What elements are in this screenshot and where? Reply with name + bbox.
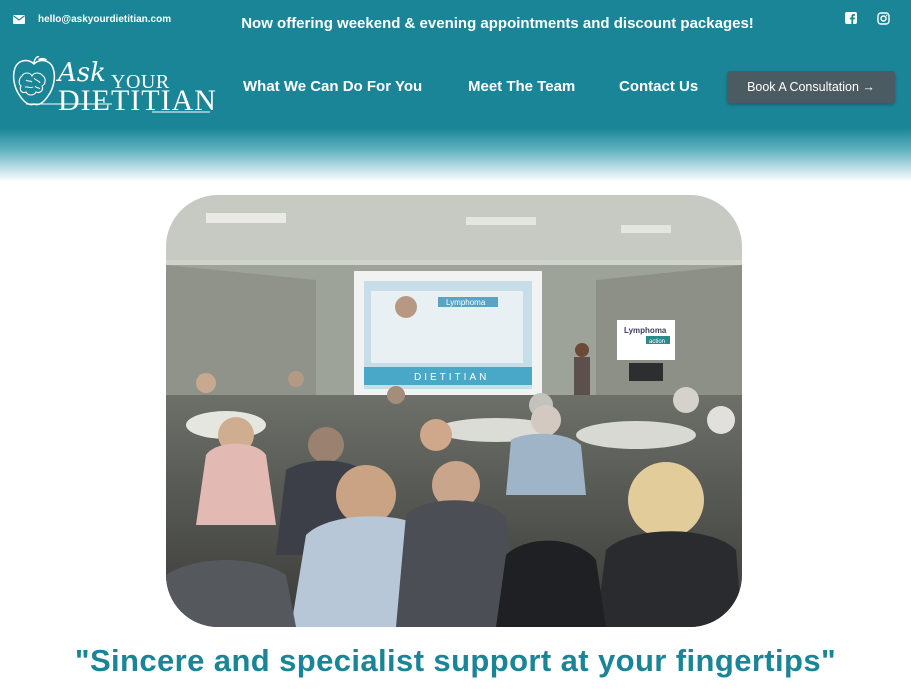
- banner-sub: action: [649, 339, 665, 345]
- header-fade: [0, 128, 911, 182]
- book-consultation-button[interactable]: Book A Consultation →: [727, 71, 895, 103]
- nav-contact-us[interactable]: Contact Us: [619, 78, 698, 95]
- email-contact[interactable]: hello@askyourdietitian.com: [13, 12, 171, 26]
- hero-photo: Lymphoma DIETITIAN Lymphoma action: [166, 195, 742, 627]
- tagline: "Sincere and specialist support at your …: [74, 643, 837, 678]
- facebook-icon[interactable]: [845, 12, 858, 25]
- nav-meet-the-team[interactable]: Meet The Team: [468, 78, 575, 95]
- envelope-icon: [13, 14, 25, 24]
- conference-room-image: Lymphoma DIETITIAN Lymphoma action: [166, 195, 742, 627]
- email-link[interactable]: hello@askyourdietitian.com: [38, 14, 171, 25]
- slide-title: Lymphoma: [446, 298, 486, 307]
- instagram-icon[interactable]: [877, 12, 890, 25]
- logo-dietitian: DIETITIAN: [58, 84, 217, 117]
- announcement-banner: Now offering weekend & evening appointme…: [241, 15, 754, 32]
- slide-logo-text: DIETITIAN: [414, 372, 489, 383]
- nav-what-we-can-do[interactable]: What We Can Do For You: [243, 78, 422, 95]
- book-consultation-label: Book A Consultation →: [747, 80, 875, 94]
- banner-title: Lymphoma: [624, 326, 667, 335]
